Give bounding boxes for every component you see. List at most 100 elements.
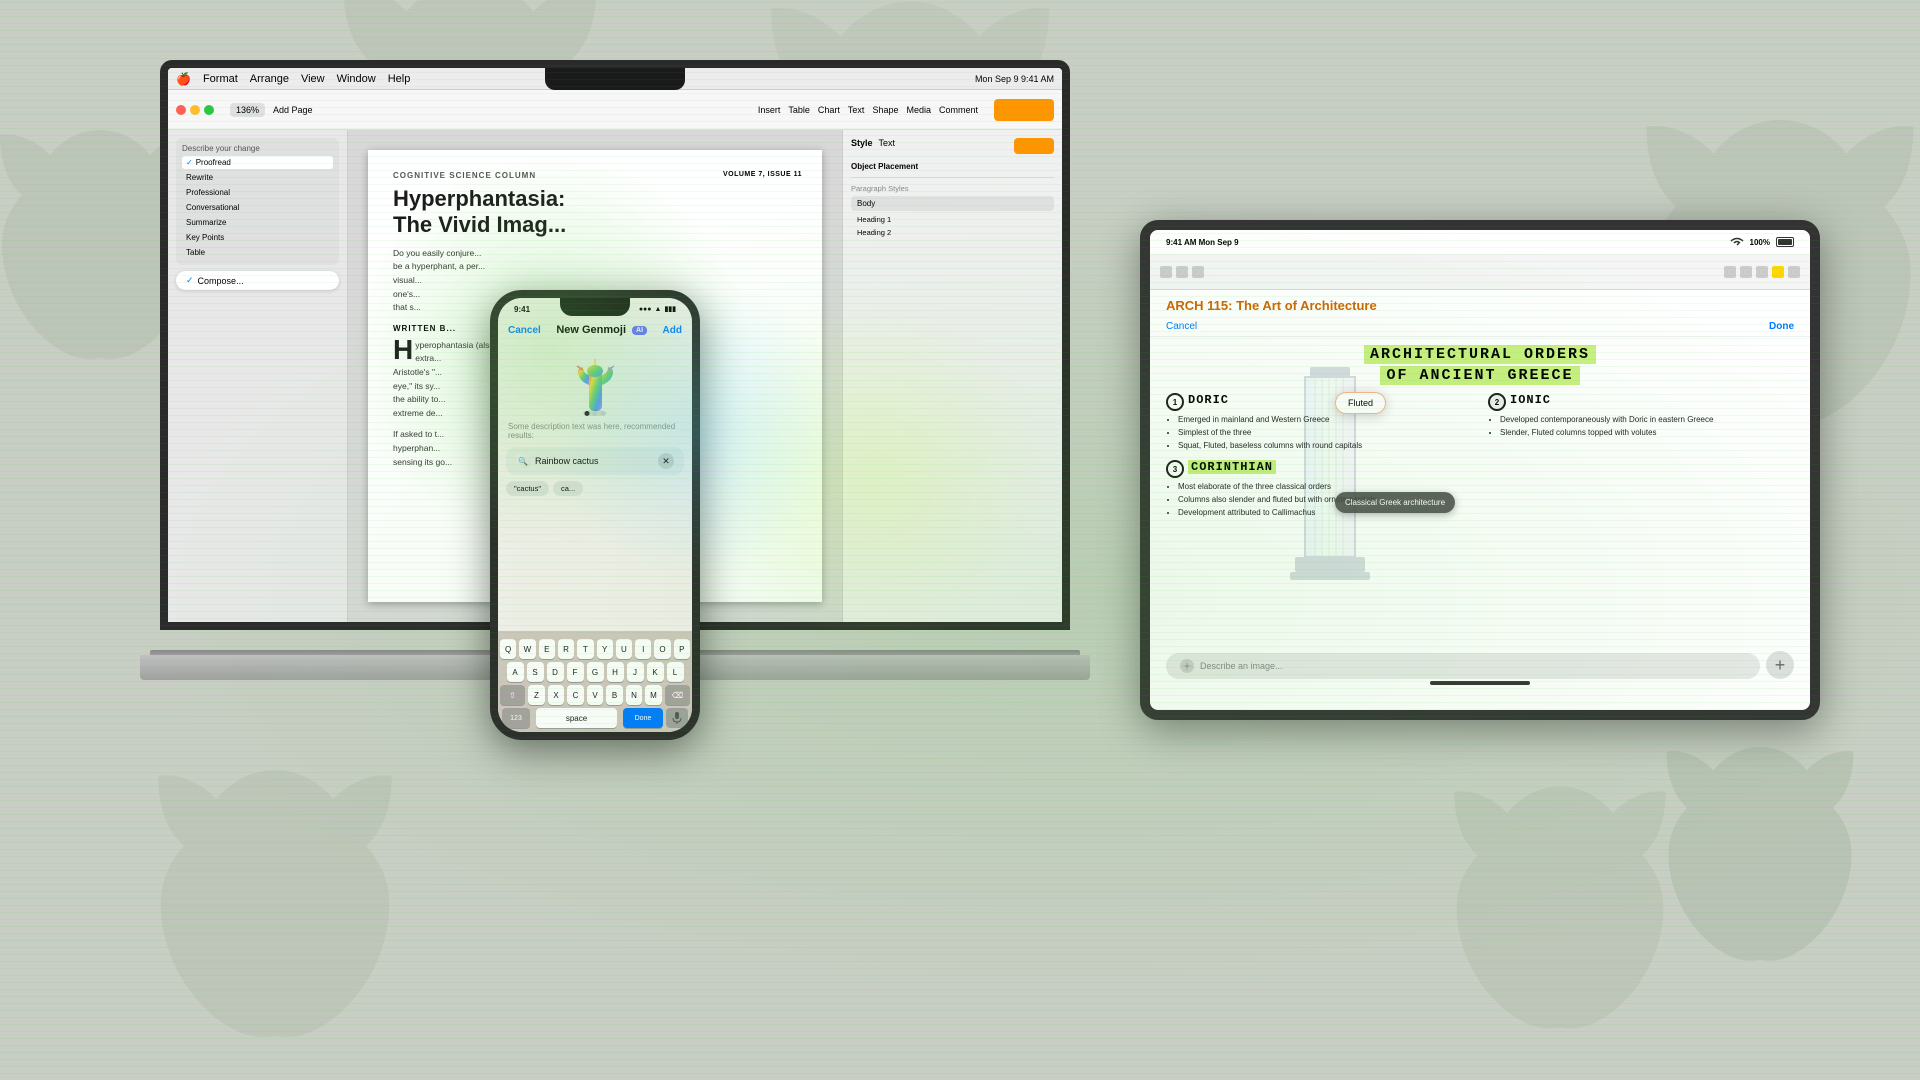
add-page-btn[interactable]: Add Page [273,105,313,115]
toolbar-icon-pencil[interactable] [1740,266,1752,278]
sidebar-text-label[interactable]: Text [879,138,896,154]
key-w[interactable]: W [519,639,535,659]
key-i[interactable]: I [635,639,651,659]
key-v[interactable]: V [587,685,604,705]
doric-num: 1 [1166,393,1184,411]
iphone-body: 9:41 ●●● ▲ ▮▮▮ Cancel New Genmoji AI Add [490,290,700,740]
pages-sidebar-right: Style Text Object Placement Paragraph St… [842,130,1062,622]
cor-bullet-1: Most elaborate of the three classical or… [1178,481,1794,494]
menu-window[interactable]: Window [337,73,376,85]
key-n[interactable]: N [626,685,643,705]
rainbow-cactus-emoji [563,343,628,418]
toolbar-icon-edit[interactable] [1788,266,1800,278]
key-shift[interactable]: ⇧ [500,685,525,705]
pill-cactus[interactable]: "cactus" [506,481,549,496]
popup-classical: Classical Greek architecture [1335,492,1455,513]
key-return[interactable]: Done [623,708,663,728]
pill-ca[interactable]: ca... [553,481,583,496]
ionic-section: 2 IONIC Developed contemporaneously with… [1488,393,1794,452]
ipad-cancel-btn[interactable]: Cancel [1166,321,1197,332]
toolbar-icon-1[interactable] [1160,266,1172,278]
corinthian-name: CORINTHIAN [1188,460,1276,474]
add-btn[interactable]: Add [663,325,682,336]
key-z[interactable]: Z [528,685,545,705]
sidebar-style-label[interactable]: Style [851,138,873,154]
menu-format[interactable]: Format [203,73,238,85]
key-row-4: 123 space Done [500,708,690,728]
toolbar-text[interactable]: Text [848,105,865,115]
result-action-btn[interactable]: ✕ [658,453,674,469]
key-b[interactable]: B [606,685,623,705]
toolbar-icon-2[interactable] [1176,266,1188,278]
compose-button[interactable]: Compose... [198,276,244,286]
toolbar-shape[interactable]: Shape [872,105,898,115]
doric-bullet-2: Simplest of the three [1178,427,1472,440]
toolbar-icon-3[interactable] [1192,266,1204,278]
key-s[interactable]: S [527,662,544,682]
corinthian-num: 3 [1166,460,1184,478]
ipad-done-btn[interactable]: Done [1769,321,1794,332]
notes-area: ARCHITECTURAL ORDERS OF ANCIENT GREECE 1… [1150,337,1810,687]
cancel-btn[interactable]: Cancel [508,325,541,336]
toolbar-chart[interactable]: Chart [818,105,840,115]
iphone-screen: 9:41 ●●● ▲ ▮▮▮ Cancel New Genmoji AI Add [498,298,692,732]
toolbar-icon-more[interactable] [1756,266,1768,278]
key-row-2: A S D F G H J K L [500,662,690,682]
toolbar-icon-star[interactable] [1772,266,1784,278]
key-p[interactable]: P [674,639,690,659]
key-l[interactable]: L [667,662,684,682]
key-f[interactable]: F [567,662,584,682]
ipad-screen: 9:41 AM Mon Sep 9 100% [1150,230,1810,710]
description-hint: Some description text was here, recommen… [498,420,692,443]
key-delete[interactable]: ⌫ [665,685,690,705]
ipad-battery-text: 100% [1750,238,1770,247]
macbook-notch [545,68,685,90]
zoom-level[interactable]: 136% [230,103,265,117]
key-c[interactable]: C [567,685,584,705]
toolbar-insert[interactable]: Insert [758,105,781,115]
key-q[interactable]: Q [500,639,516,659]
key-k[interactable]: K [647,662,664,682]
notes-text: ARCHITECTURAL ORDERS OF ANCIENT GREECE 1… [1150,337,1810,687]
key-row-3: ⇧ Z X C V B N M ⌫ [500,685,690,705]
iphone: 9:41 ●●● ▲ ▮▮▮ Cancel New Genmoji AI Add [490,290,700,740]
toolbar-comment[interactable]: Comment [939,105,978,115]
key-y[interactable]: Y [597,639,613,659]
key-e[interactable]: E [539,639,555,659]
wifi-signal-icon [1730,237,1744,247]
key-h[interactable]: H [607,662,624,682]
toolbar-icon-share[interactable] [1724,266,1736,278]
cor-bullet-3: Development attributed to Callimachus [1178,507,1794,520]
sidebar-object-placement: Object Placement [851,162,1054,171]
corinthian-bullets: Most elaborate of the three classical or… [1166,481,1794,519]
ipad-status-bar: 9:41 AM Mon Sep 9 100% [1150,230,1810,254]
key-mic[interactable] [666,708,688,728]
key-t[interactable]: T [577,639,593,659]
toolbar-media[interactable]: Media [906,105,931,115]
key-r[interactable]: R [558,639,574,659]
key-u[interactable]: U [616,639,632,659]
keyboard[interactable]: Q W E R T Y U I O P A S D F [498,631,692,732]
key-numbers[interactable]: 123 [502,708,530,728]
pages-sidebar-left: Describe your change ✓ Proofread Rewrite… [168,130,348,622]
key-g[interactable]: G [587,662,604,682]
iphone-time: 9:41 [514,305,530,314]
describe-image-btn[interactable]: Describe an image... [1166,653,1760,679]
key-space[interactable]: space [536,708,617,728]
menu-view[interactable]: View [301,73,325,85]
key-a[interactable]: A [507,662,524,682]
search-result[interactable]: 🔍 Rainbow cactus ✕ [506,447,684,475]
doric-name: DORIC [1188,393,1229,407]
key-j[interactable]: J [627,662,644,682]
key-o[interactable]: O [654,639,670,659]
notes-heading-2: OF ANCIENT GREECE [1166,366,1794,385]
toolbar-table[interactable]: Table [788,105,810,115]
key-x[interactable]: X [548,685,565,705]
menu-help[interactable]: Help [388,73,411,85]
add-content-btn[interactable]: + [1766,651,1794,679]
ionic-name: IONIC [1510,393,1551,407]
ipad-body: 9:41 AM Mon Sep 9 100% [1140,220,1820,720]
menu-arrange[interactable]: Arrange [250,73,289,85]
key-m[interactable]: M [645,685,662,705]
key-d[interactable]: D [547,662,564,682]
